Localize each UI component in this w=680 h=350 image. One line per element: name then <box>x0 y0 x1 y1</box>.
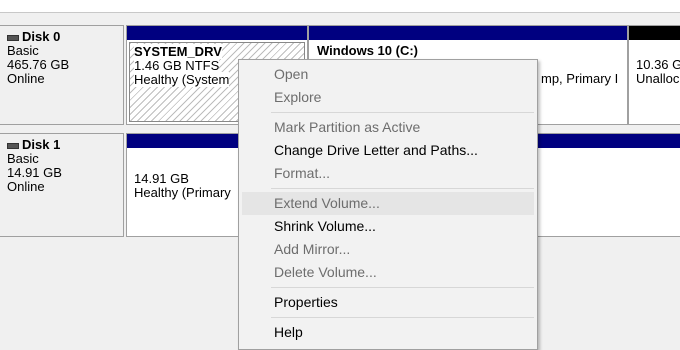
disk-icon <box>7 142 19 149</box>
disk-label-0[interactable]: Disk 0 Basic 465.76 GB Online <box>0 25 124 125</box>
menu-item-properties[interactable]: Properties <box>239 291 537 314</box>
menu-item-shrink-volume[interactable]: Shrink Volume... <box>239 215 537 238</box>
partition-title: Windows 10 (C:) <box>317 43 418 58</box>
disk-type: Basic <box>7 43 39 58</box>
partition-size: 10.36 G <box>636 57 680 72</box>
disk-label-1[interactable]: Disk 1 Basic 14.91 GB Online <box>0 133 124 237</box>
menu-separator <box>271 287 534 288</box>
menu-separator <box>271 317 534 318</box>
partition-bar <box>127 26 307 40</box>
menu-item-open: Open <box>274 66 309 82</box>
disk-size: 465.76 GB <box>7 57 70 72</box>
disk-name-text: Disk 0 <box>22 29 61 44</box>
partition-unallocated[interactable]: 10.36 G Unalloc <box>628 25 680 125</box>
disk-name-text: Disk 1 <box>22 137 61 152</box>
menu-separator <box>271 112 534 113</box>
partition-bar <box>629 26 680 40</box>
partition-title: SYSTEM_DRV <box>134 44 222 59</box>
partition-status: mp, Primary I <box>541 71 619 86</box>
partition-status: Healthy (System <box>134 72 230 87</box>
disk-icon <box>7 34 19 41</box>
disk-status: Online <box>7 179 45 194</box>
disk-name: Disk 1 <box>7 138 123 152</box>
menu-item-format: Format... <box>274 165 331 181</box>
disk-status: Online <box>7 71 45 86</box>
partition-size: 1.46 GB NTFS <box>134 58 220 73</box>
menu-item-extend-volume: Extend Volume... <box>242 192 534 215</box>
disk-name: Disk 0 <box>7 30 123 44</box>
menu-item-explore: Explore <box>274 89 322 105</box>
menu-item-add-mirror: Add Mirror... <box>274 241 351 257</box>
menu-item-delete-volume: Delete Volume... <box>274 264 377 280</box>
partition-bar <box>309 26 627 40</box>
partition-info: 10.36 G Unalloc <box>629 40 680 86</box>
disk-type: Basic <box>7 151 39 166</box>
top-strip <box>0 0 680 13</box>
context-menu: Open Explore Mark Partition as Active Ch… <box>238 59 538 350</box>
partition-status: Unalloc <box>636 71 680 86</box>
menu-item-change-drive-letter[interactable]: Change Drive Letter and Paths... <box>239 139 537 162</box>
menu-item-help[interactable]: Help <box>239 321 537 344</box>
menu-item-mark-active: Mark Partition as Active <box>274 119 421 135</box>
menu-separator <box>271 188 534 189</box>
disk-size: 14.91 GB <box>7 165 62 180</box>
